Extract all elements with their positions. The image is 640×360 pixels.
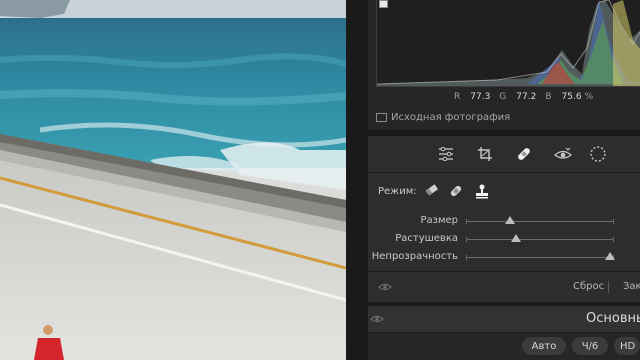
photo-image [0, 0, 346, 360]
eraser-icon[interactable] [424, 183, 440, 199]
redeye-icon[interactable] [553, 144, 573, 164]
size-slider-thumb[interactable] [505, 216, 516, 224]
radial-mask-icon[interactable] [588, 144, 608, 164]
opacity-slider-track[interactable] [466, 257, 614, 258]
heal-icon[interactable] [448, 183, 464, 199]
slider-tick [466, 237, 467, 242]
histogram-graph [377, 0, 640, 86]
b-label: B [545, 92, 552, 102]
g-value: 77.2 [516, 92, 537, 102]
b-value: 75.6 [561, 92, 582, 102]
opacity-label: Непрозрачность [371, 251, 458, 262]
opacity-slider-thumb[interactable] [604, 252, 615, 260]
mode-label: Режим: [378, 186, 417, 197]
feather-slider-thumb[interactable] [511, 234, 522, 242]
section-divider [368, 332, 640, 333]
tool-strip [368, 136, 640, 172]
photo-canvas[interactable] [0, 0, 346, 360]
tool-footer: Сброс Зак [368, 272, 640, 302]
bw-button[interactable]: Ч/6 [572, 337, 608, 355]
slider-tick [466, 219, 467, 224]
crop-icon[interactable] [475, 144, 495, 164]
slider-tick [466, 255, 467, 260]
r-value: 77.3 [470, 92, 491, 102]
basic-panel-title: Основны [586, 311, 640, 326]
size-label: Размер [420, 215, 458, 226]
original-photo-checkbox[interactable] [376, 113, 387, 122]
sliders-icon[interactable] [436, 144, 456, 164]
reset-button[interactable]: Сброс [573, 281, 604, 292]
clone-stamp-icon[interactable] [474, 183, 490, 199]
original-photo-toggle[interactable]: Исходная фотография [376, 112, 510, 123]
footer-separator [608, 281, 609, 293]
original-photo-label: Исходная фотография [391, 112, 511, 123]
slider-tick [613, 237, 614, 242]
slider-tick [613, 219, 614, 224]
r-label: R [454, 92, 461, 102]
auto-button[interactable]: Авто [522, 337, 566, 355]
bandage-icon[interactable] [514, 144, 534, 164]
eye-icon[interactable] [378, 282, 392, 292]
percent-unit: % [584, 92, 594, 102]
shadow-clipping-icon[interactable] [379, 0, 388, 8]
g-label: G [499, 92, 507, 102]
feather-slider-track[interactable] [466, 239, 614, 240]
basic-panel-header[interactable]: Основны [368, 306, 640, 332]
spot-removal-panel: Режим: Размер Растушевка Непрозрачность [368, 173, 640, 271]
histogram [376, 0, 640, 87]
panel-divider[interactable] [346, 0, 368, 360]
feather-label: Растушевка [395, 233, 458, 244]
eye-icon[interactable] [370, 314, 384, 324]
hdr-button[interactable]: HD [614, 337, 640, 355]
close-button[interactable]: Зак [623, 281, 640, 292]
rgb-readout: R 77.3 G 77.2 B 75.6% [454, 92, 593, 102]
develop-panel: R 77.3 G 77.2 B 75.6% Исходная фотография Реж… [368, 0, 640, 360]
size-slider-track[interactable] [466, 221, 614, 222]
